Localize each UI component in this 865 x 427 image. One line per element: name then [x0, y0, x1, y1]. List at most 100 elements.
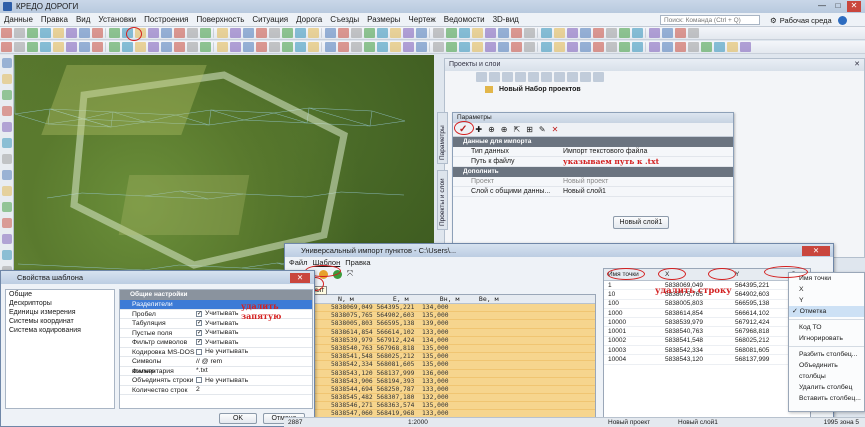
- tool-icon[interactable]: [282, 42, 293, 52]
- template-nav-item[interactable]: Единицы измерения: [6, 308, 114, 317]
- tool-icon[interactable]: [321, 28, 323, 38]
- menu-11[interactable]: Ведомости: [440, 13, 489, 27]
- import-menu-2[interactable]: Правка: [345, 257, 370, 268]
- tool-icon[interactable]: [2, 202, 12, 212]
- tool-icon[interactable]: [701, 42, 712, 52]
- tool-icon[interactable]: [161, 42, 172, 52]
- tool-icon[interactable]: [338, 42, 349, 52]
- tool-icon[interactable]: [377, 28, 388, 38]
- tool-icon[interactable]: [2, 90, 12, 100]
- tool-icon[interactable]: [541, 28, 552, 38]
- tool-icon[interactable]: [377, 42, 388, 52]
- import-window-close-button[interactable]: ✕: [802, 245, 830, 256]
- menu-8[interactable]: Съезды: [326, 13, 363, 27]
- tool-icon[interactable]: [325, 42, 336, 52]
- tool-icon[interactable]: [2, 250, 12, 260]
- panel-close-icon[interactable]: ✕: [854, 59, 860, 71]
- tool-icon[interactable]: [2, 58, 12, 68]
- context-menu-item[interactable]: X: [789, 284, 864, 295]
- checkbox[interactable]: [196, 377, 202, 384]
- tool-icon[interactable]: [662, 42, 673, 52]
- tool-icon[interactable]: [308, 28, 319, 38]
- tool-icon[interactable]: [593, 72, 604, 82]
- minimize-button[interactable]: —: [815, 1, 829, 12]
- context-menu-item[interactable]: ✓ Отметка: [789, 306, 864, 317]
- tool-icon[interactable]: [537, 42, 539, 52]
- raw-row[interactable]: 5838543,120 568137,999 136,000: [287, 369, 595, 378]
- tool-icon[interactable]: [537, 28, 539, 38]
- tool-icon[interactable]: [662, 28, 673, 38]
- result-row[interactable]: 100045838543,120568137,99913: [604, 355, 810, 365]
- tool-icon[interactable]: [511, 42, 522, 52]
- tool-icon[interactable]: [40, 28, 51, 38]
- context-menu-item[interactable]: Код ТО: [789, 322, 864, 333]
- tool-icon[interactable]: [321, 42, 323, 52]
- close-button[interactable]: ✕: [847, 1, 861, 12]
- tool-icon[interactable]: [403, 42, 414, 52]
- tool-icon[interactable]: [92, 42, 103, 52]
- tool-icon[interactable]: [230, 42, 241, 52]
- tool-icon[interactable]: [567, 42, 578, 52]
- tool-icon[interactable]: [593, 42, 604, 52]
- workspace-selector[interactable]: ⚙ Рабочая среда: [770, 13, 847, 27]
- tool-icon[interactable]: [148, 42, 159, 52]
- tool-icon[interactable]: [243, 28, 254, 38]
- tool-icon[interactable]: [476, 72, 487, 82]
- checkbox[interactable]: ✓: [196, 339, 202, 346]
- tool-icon[interactable]: [364, 28, 375, 38]
- context-menu-item[interactable]: Удалить столбец: [789, 382, 864, 393]
- tool-icon[interactable]: [2, 186, 12, 196]
- move-icon[interactable]: ✚: [475, 125, 482, 134]
- tool-icon[interactable]: [364, 42, 375, 52]
- raw-row[interactable]: 5838540,763 567968,818 135,000: [287, 344, 595, 354]
- tool-icon[interactable]: [1, 28, 12, 38]
- tool-icon[interactable]: [390, 28, 401, 38]
- tool-icon[interactable]: [502, 72, 513, 82]
- tool-icon[interactable]: [217, 28, 228, 38]
- tool-icon[interactable]: [433, 42, 444, 52]
- context-menu-item[interactable]: Игнорировать: [789, 333, 864, 344]
- menu-9[interactable]: Размеры: [363, 13, 404, 27]
- new-layer-button[interactable]: Новый слой1: [613, 216, 669, 229]
- raw-row[interactable]: 5838075,765 564902,603 135,000: [287, 312, 595, 321]
- tool-icon[interactable]: [541, 42, 552, 52]
- menu-3[interactable]: Установки: [94, 13, 140, 27]
- menu-0[interactable]: Данные: [0, 13, 37, 27]
- grid-icon[interactable]: ⊞: [526, 125, 533, 134]
- tool-icon[interactable]: [79, 28, 90, 38]
- tool-icon[interactable]: [567, 72, 578, 82]
- tool-icon[interactable]: [459, 42, 470, 52]
- raw-row[interactable]: 5838541,548 568025,212 135,000: [287, 353, 595, 362]
- tool-icon[interactable]: [429, 28, 431, 38]
- tool-icon[interactable]: [580, 72, 591, 82]
- tool-icon[interactable]: [338, 28, 349, 38]
- tool-icon[interactable]: [727, 42, 738, 52]
- template-nav-item[interactable]: Система кодирования: [6, 326, 114, 335]
- raw-row[interactable]: 5838545,482 568307,180 132,000: [287, 394, 595, 403]
- maximize-button[interactable]: □: [831, 1, 845, 12]
- tool-icon[interactable]: [351, 42, 362, 52]
- raw-row[interactable]: 5838539,979 567912,424 134,000: [287, 336, 595, 345]
- move-icon[interactable]: ⊕: [488, 125, 495, 134]
- checkbox[interactable]: [196, 348, 202, 355]
- tool-icon[interactable]: [472, 42, 483, 52]
- ok-button[interactable]: OK: [219, 413, 257, 424]
- tab-projects[interactable]: Проекты и слои: [437, 170, 448, 230]
- param-row-path[interactable]: Путь к файлу указываем путь к .txt: [453, 157, 733, 167]
- tool-icon[interactable]: [524, 42, 535, 52]
- tool-icon[interactable]: [213, 42, 215, 52]
- template-nav-item[interactable]: Дескрипторы: [6, 299, 114, 308]
- tool-icon[interactable]: [325, 28, 336, 38]
- tool-icon[interactable]: [714, 42, 725, 52]
- checkbox[interactable]: ✓: [196, 329, 202, 336]
- context-menu-item[interactable]: Вставить столбец...: [789, 393, 864, 404]
- result-row[interactable]: 100035838542,334568081,60513: [604, 346, 810, 356]
- tool-icon[interactable]: [459, 28, 470, 38]
- tool-icon[interactable]: [580, 28, 591, 38]
- tool-icon[interactable]: [515, 72, 526, 82]
- tool-icon[interactable]: [269, 28, 280, 38]
- tool-icon[interactable]: [174, 42, 185, 52]
- tool-icon[interactable]: [2, 170, 12, 180]
- context-menu-item[interactable]: Разбить столбец...: [789, 349, 864, 360]
- tool-icon[interactable]: [554, 72, 565, 82]
